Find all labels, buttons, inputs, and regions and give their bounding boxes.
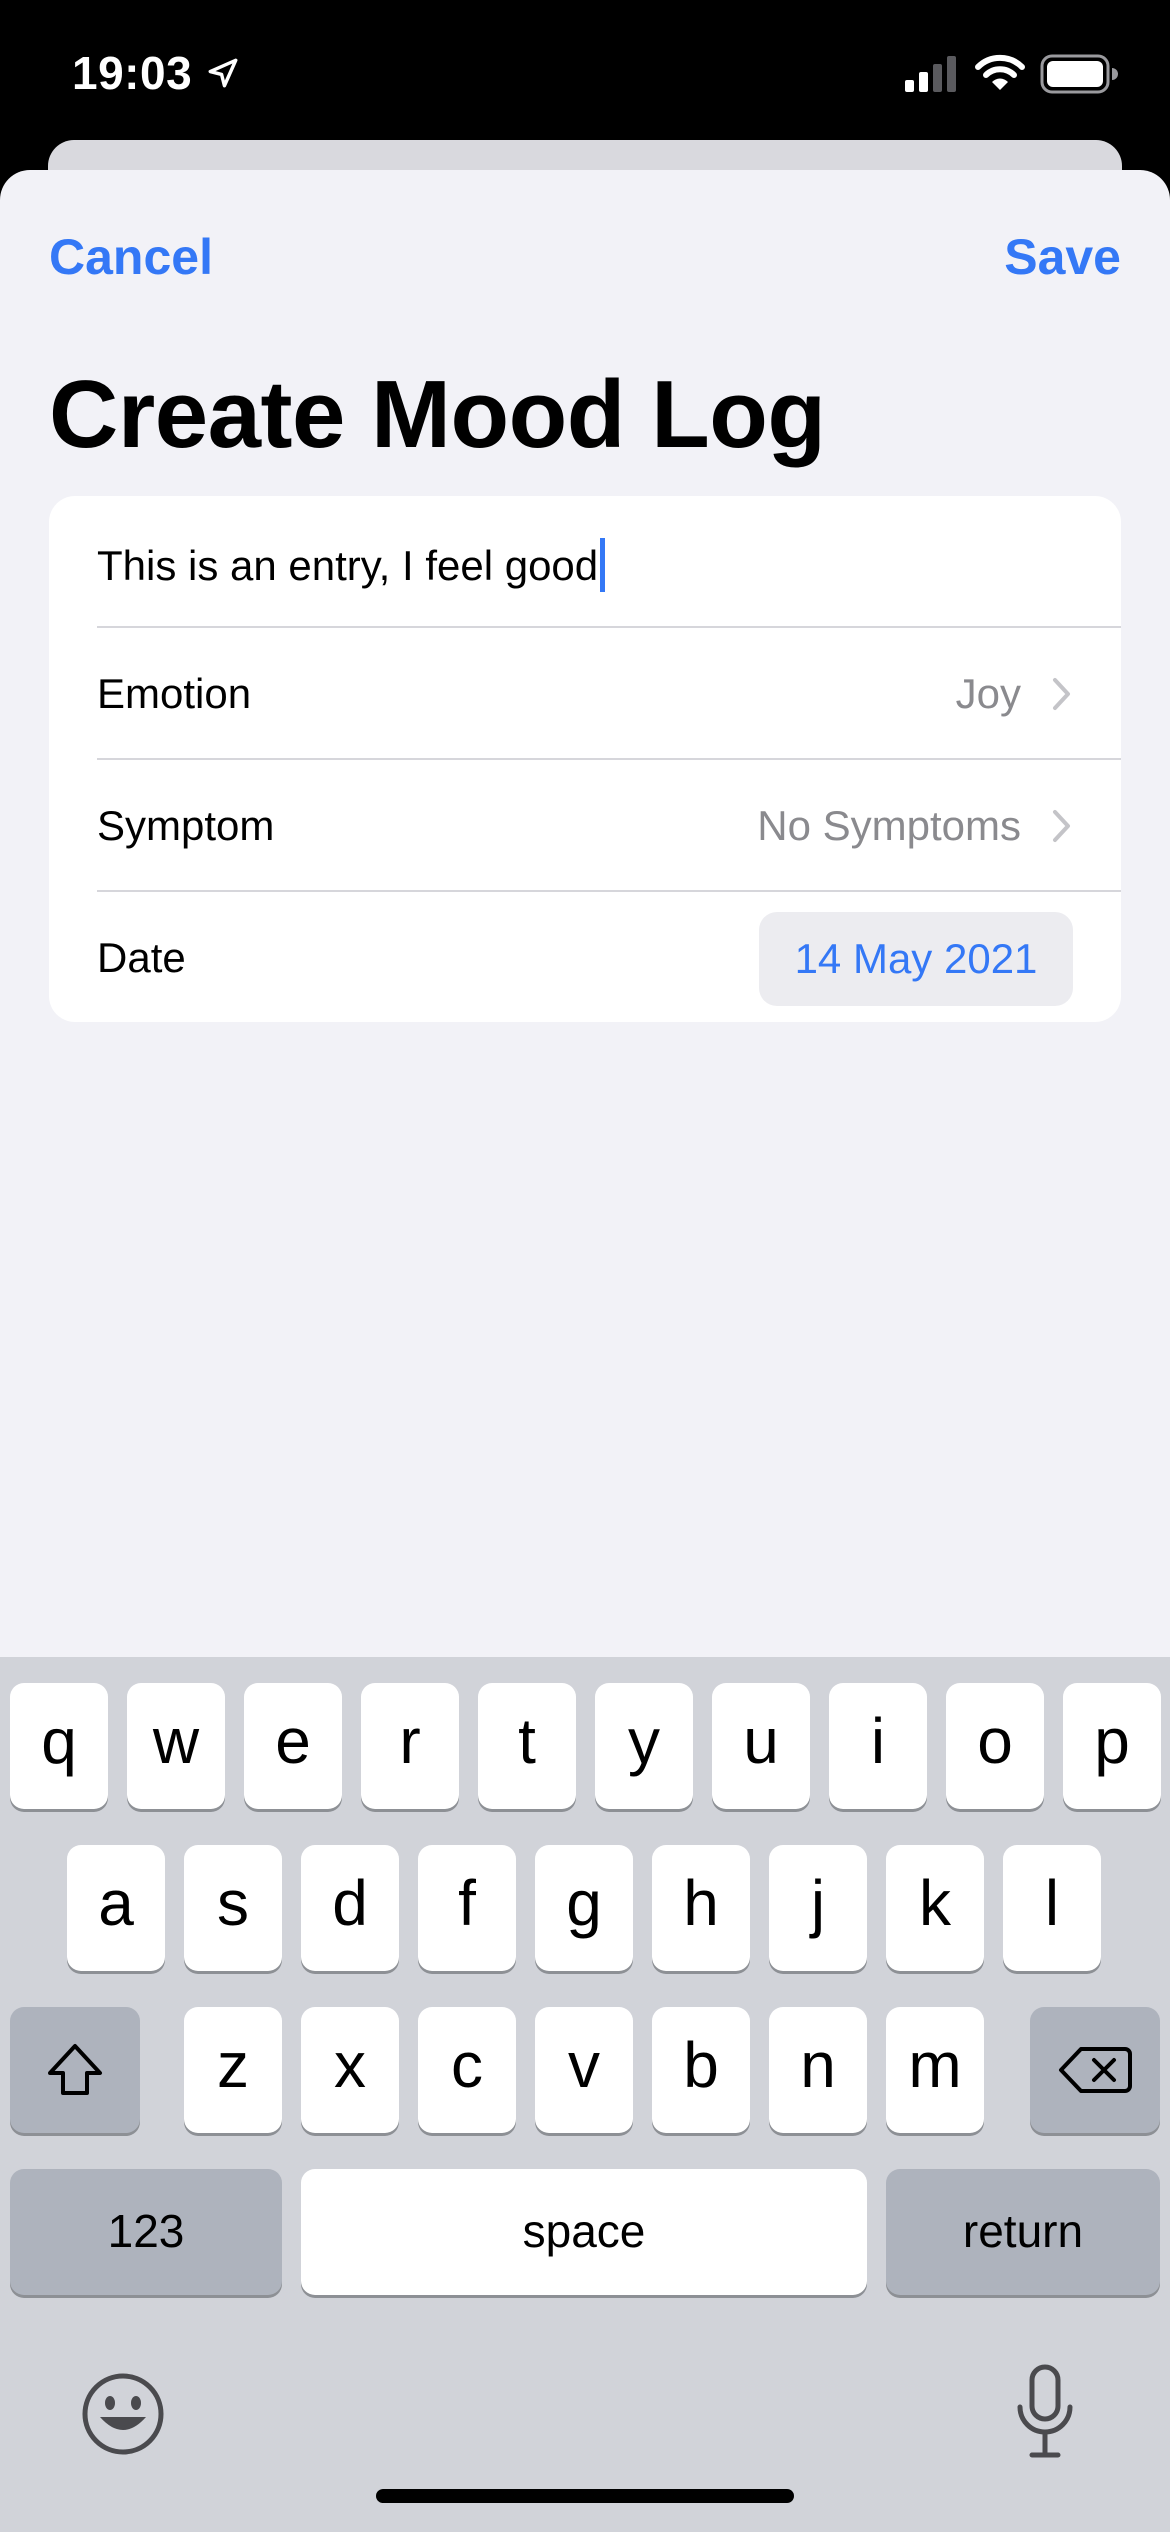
numbers-key[interactable]: 123: [10, 2169, 282, 2295]
mood-log-form: This is an entry, I feel good Emotion Jo…: [49, 496, 1121, 1022]
key-x[interactable]: x: [301, 2007, 399, 2133]
key-v[interactable]: v: [535, 2007, 633, 2133]
entry-text-value: This is an entry, I feel good: [97, 542, 599, 589]
key-g[interactable]: g: [535, 1845, 633, 1971]
shift-key[interactable]: [10, 2007, 140, 2133]
emoji-icon[interactable]: [78, 2369, 168, 2459]
emotion-row[interactable]: Emotion Joy: [49, 628, 1121, 760]
key-t[interactable]: t: [478, 1683, 576, 1809]
key-p[interactable]: p: [1063, 1683, 1161, 1809]
location-arrow-icon: [208, 58, 238, 88]
key-h[interactable]: h: [652, 1845, 750, 1971]
key-b[interactable]: b: [652, 2007, 750, 2133]
key-r[interactable]: r: [361, 1683, 459, 1809]
chevron-right-icon: [1053, 678, 1070, 710]
symptom-row[interactable]: Symptom No Symptoms: [49, 760, 1121, 892]
battery-icon: [1040, 54, 1118, 94]
key-a[interactable]: a: [67, 1845, 165, 1971]
key-i[interactable]: i: [829, 1683, 927, 1809]
symptom-value: No Symptoms: [757, 802, 1021, 849]
key-z[interactable]: z: [184, 2007, 282, 2133]
key-n[interactable]: n: [769, 2007, 867, 2133]
date-picker-button[interactable]: 14 May 2021: [759, 912, 1073, 1006]
key-s[interactable]: s: [184, 1845, 282, 1971]
key-e[interactable]: e: [244, 1683, 342, 1809]
key-m[interactable]: m: [886, 2007, 984, 2133]
key-w[interactable]: w: [127, 1683, 225, 1809]
shift-icon: [48, 2044, 102, 2095]
keyboard: q w e r t y u i o p a s d f g h j k l z …: [0, 1657, 1170, 2532]
symptom-label: Symptom: [97, 802, 275, 849]
microphone-icon[interactable]: [1010, 2363, 1080, 2463]
key-q[interactable]: q: [10, 1683, 108, 1809]
return-key[interactable]: return: [886, 2169, 1160, 2295]
home-indicator[interactable]: [376, 2489, 794, 2503]
entry-text-field[interactable]: This is an entry, I feel good: [49, 496, 1121, 628]
key-c[interactable]: c: [418, 2007, 516, 2133]
delete-icon: [1059, 2047, 1132, 2093]
cancel-button[interactable]: Cancel: [49, 228, 213, 286]
status-time: 19:03: [72, 47, 193, 99]
page-title: Create Mood Log: [49, 361, 826, 468]
save-button[interactable]: Save: [1004, 228, 1121, 286]
text-cursor: [600, 538, 606, 592]
key-y[interactable]: y: [595, 1683, 693, 1809]
key-l[interactable]: l: [1003, 1845, 1101, 1971]
delete-key[interactable]: [1030, 2007, 1160, 2133]
cellular-signal-icon: [905, 56, 956, 92]
emotion-label: Emotion: [97, 670, 252, 717]
key-k[interactable]: k: [886, 1845, 984, 1971]
key-u[interactable]: u: [712, 1683, 810, 1809]
key-o[interactable]: o: [946, 1683, 1044, 1809]
key-j[interactable]: j: [769, 1845, 867, 1971]
key-f[interactable]: f: [418, 1845, 516, 1971]
status-bar: 19:03: [0, 0, 1170, 150]
date-row: Date 14 May 2021: [49, 892, 1121, 1022]
key-d[interactable]: d: [301, 1845, 399, 1971]
chevron-right-icon: [1053, 810, 1070, 842]
space-key[interactable]: space: [301, 2169, 867, 2295]
wifi-icon: [975, 54, 1025, 90]
emotion-value: Joy: [955, 670, 1021, 717]
date-label: Date: [97, 934, 186, 981]
